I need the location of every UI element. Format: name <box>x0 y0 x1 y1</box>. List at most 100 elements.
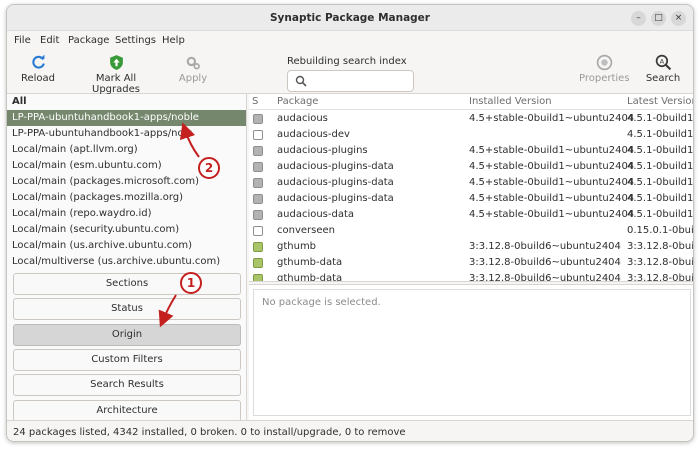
custom-filters-button[interactable]: Custom Filters <box>13 349 241 371</box>
package-name: audacious-plugins-data <box>277 193 394 204</box>
installed-version: 4.5+stable-0build1~ubuntu2404 <box>469 177 635 188</box>
filter-item-us-archive-main[interactable]: Local/main (us.archive.ubuntu.com) <box>7 238 246 254</box>
menu-settings[interactable]: Settings <box>115 35 156 46</box>
search-button[interactable]: A Search <box>643 54 683 84</box>
package-list-header: S Package Installed Version Latest Versi… <box>249 94 693 110</box>
package-name: gthumb <box>277 241 317 252</box>
properties-icon <box>596 54 612 71</box>
latest-version: 4.5.1-0build1~ubuntu2404 <box>627 209 694 220</box>
menu-file[interactable]: File <box>14 35 31 46</box>
filter-list-header: All <box>12 96 27 107</box>
app-window: Synaptic Package Manager – □ × File Edit… <box>6 4 694 442</box>
close-button[interactable]: × <box>671 11 686 26</box>
package-name: gthumb-data <box>277 257 343 268</box>
callout-one: 1 <box>180 272 202 294</box>
package-row[interactable]: gthumb-data 3:3.12.8-0build6~ubuntu2404 3:… <box>249 271 694 282</box>
installed-version: 3:3.12.8-0build6~ubuntu2404 <box>469 273 621 282</box>
latest-version: 4.5.1-0build1~ubuntu2404 <box>627 129 694 140</box>
toolbar: Reload Mark All Upgrades Apply Rebuildin… <box>7 50 693 95</box>
package-status-icon[interactable] <box>253 178 263 188</box>
latest-version: 3:3.12.8-0build6~ubuntu2404 <box>627 241 694 252</box>
reload-label: Reload <box>20 73 56 84</box>
filter-item-llvm[interactable]: Local/main (apt.llvm.org) <box>7 142 246 158</box>
package-status-icon[interactable] <box>253 114 263 124</box>
title-bar: Synaptic Package Manager – □ × <box>7 5 693 31</box>
package-row[interactable]: audacious-plugins-data 4.5+stable-0build1… <box>249 159 693 175</box>
status-text: 24 packages listed, 4342 installed, 0 br… <box>13 427 406 438</box>
latest-version: 3:3.12.8-0build6~ubuntu2404 <box>627 257 694 268</box>
filter-sidebar: All LP-PPA-ubuntuhandbook1-apps/noble LP… <box>7 94 247 422</box>
maximize-button[interactable]: □ <box>651 11 666 26</box>
quick-search-input[interactable] <box>287 70 414 92</box>
installed-version: 4.5+stable-0build1~ubuntu2404 <box>469 113 635 124</box>
status-button[interactable]: Status <box>13 298 241 320</box>
package-status-icon[interactable] <box>253 258 263 268</box>
package-name: converseen <box>277 225 335 236</box>
apply-gears-icon <box>186 56 200 70</box>
reload-icon <box>31 54 45 69</box>
properties-label: Properties <box>579 73 630 84</box>
search-results-button[interactable]: Search Results <box>13 374 241 396</box>
no-selection-text: No package is selected. <box>262 297 381 308</box>
package-row[interactable]: gthumb-data 3:3.12.8-0build6~ubuntu2404 3:… <box>249 255 694 271</box>
filter-item-waydroid[interactable]: Local/main (repo.waydro.id) <box>7 206 246 222</box>
architecture-button[interactable]: Architecture <box>13 400 241 422</box>
latest-version: 3:3.12.8-0build6~ubuntu2404 <box>627 273 694 282</box>
mark-all-upgrades-button[interactable]: Mark All Upgrades <box>71 54 161 95</box>
column-status[interactable]: S <box>252 96 258 107</box>
column-installed-version[interactable]: Installed Version <box>469 96 552 107</box>
latest-version: 4.5.1-0build1~ubuntu2404 <box>627 177 694 188</box>
package-status-icon[interactable] <box>253 242 263 252</box>
package-status-icon[interactable] <box>253 226 263 236</box>
package-status-icon[interactable] <box>253 162 263 172</box>
package-list: S Package Installed Version Latest Versi… <box>249 94 694 282</box>
installed-version: 3:3.12.8-0build6~ubuntu2404 <box>469 241 621 252</box>
search-icon <box>295 75 307 87</box>
package-description-box: No package is selected. <box>253 289 691 416</box>
sections-button[interactable]: Sections <box>13 273 241 295</box>
filter-item-us-archive-multiverse[interactable]: Local/multiverse (us.archive.ubuntu.com) <box>7 254 246 270</box>
package-row[interactable]: converseen 0.15.0.1-0build1~ubuntu2404 <box>249 223 694 239</box>
package-name: audacious-dev <box>277 129 350 140</box>
filter-item-ppa-noble[interactable]: LP-PPA-ubuntuhandbook1-apps/noble <box>7 110 246 126</box>
package-status-icon[interactable] <box>253 274 263 281</box>
status-bar: 24 packages listed, 4342 installed, 0 br… <box>7 420 693 441</box>
filter-item-ppa-now[interactable]: LP-PPA-ubuntuhandbook1-apps/now <box>7 126 246 142</box>
origin-button[interactable]: Origin <box>13 324 241 346</box>
package-status-icon[interactable] <box>253 194 263 204</box>
package-status-icon[interactable] <box>253 210 263 220</box>
package-row[interactable]: gthumb 3:3.12.8-0build6~ubuntu2404 3:3.12.… <box>249 239 694 255</box>
package-row[interactable]: audacious-plugins 4.5+stable-0build1~ubun… <box>249 143 694 159</box>
column-package[interactable]: Package <box>277 96 318 107</box>
column-latest-version[interactable]: Latest Version <box>627 96 693 107</box>
package-status-icon[interactable] <box>253 146 263 156</box>
installed-version: 4.5+stable-0build1~ubuntu2404 <box>469 145 635 156</box>
reload-button[interactable]: Reload <box>17 54 59 84</box>
package-row[interactable]: audacious-plugins-data 4.5+stable-0build1… <box>249 175 694 191</box>
package-name: audacious-plugins-data <box>277 161 394 172</box>
package-details-pane: No package is selected. <box>249 284 693 420</box>
minimize-button[interactable]: – <box>631 11 646 26</box>
search-status-label: Rebuilding search index <box>287 56 407 67</box>
latest-version: 4.5.1-0build1~ubuntu2404 <box>627 193 694 204</box>
installed-version: 4.5+stable-0build1~ubuntu2404 <box>469 193 635 204</box>
filter-item-security[interactable]: Local/main (security.ubuntu.com) <box>7 222 246 238</box>
window-title: Synaptic Package Manager <box>270 12 430 24</box>
apply-button[interactable]: Apply <box>175 54 211 84</box>
menu-edit[interactable]: Edit <box>40 35 59 46</box>
package-row[interactable]: audacious-plugins-data 4.5+stable-0build1… <box>249 191 694 207</box>
package-name: gthumb-data <box>277 273 343 282</box>
properties-button[interactable]: Properties <box>579 54 630 84</box>
menu-package[interactable]: Package <box>68 35 109 46</box>
latest-version: 4.5.1-0build1~ubuntu2404 <box>627 145 694 156</box>
filter-item-mozilla[interactable]: Local/main (packages.mozilla.org) <box>7 190 246 206</box>
callout-two: 2 <box>198 157 220 179</box>
package-status-icon[interactable] <box>253 130 263 140</box>
menu-help[interactable]: Help <box>162 35 185 46</box>
svg-text:A: A <box>659 58 664 66</box>
apply-label: Apply <box>178 73 208 84</box>
package-row[interactable]: audacious-data 4.5+stable-0build1~ubuntu2… <box>249 207 694 223</box>
package-row[interactable]: audacious-dev 4.5.1-0build1~ubuntu2404 <box>249 127 694 143</box>
package-row[interactable]: audacious 4.5+stable-0build1~ubuntu2404 4.… <box>249 111 693 127</box>
latest-version: 0.15.0.1-0build1~ubuntu2404 <box>627 225 694 236</box>
